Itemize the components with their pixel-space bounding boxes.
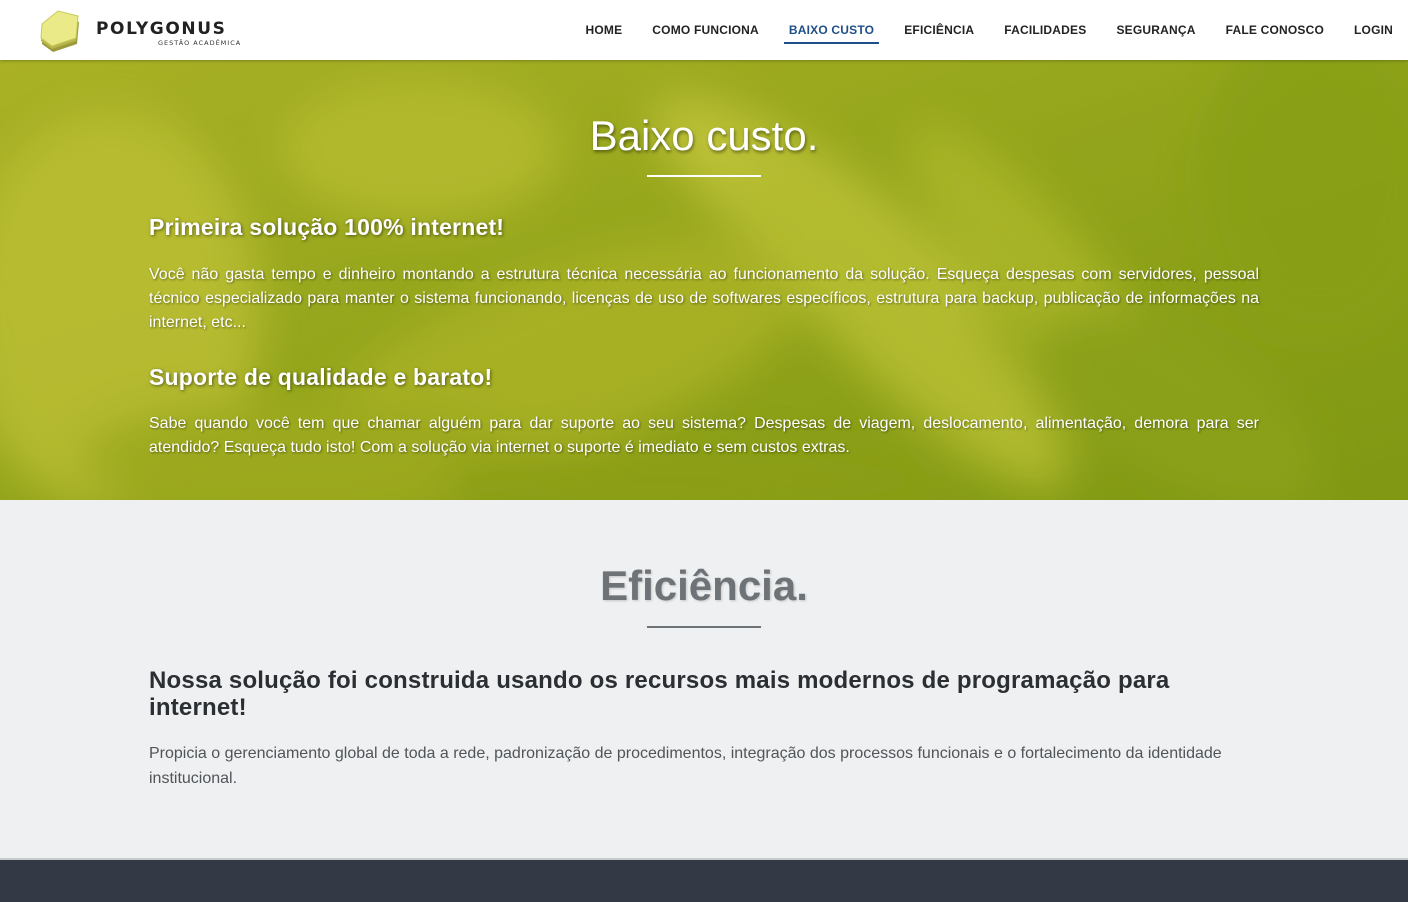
brand-logo[interactable]: POLYGONUS Gestão Acadêmica xyxy=(38,8,248,54)
section-title-baixo-custo: Baixo custo. xyxy=(589,112,819,159)
polygon-logo-icon xyxy=(40,10,79,52)
heading-suporte: Suporte de qualidade e barato! xyxy=(149,364,493,390)
paragraph-suporte: Sabe quando você tem que chamar alguém p… xyxy=(149,415,1259,456)
paragraph-primeira-solucao: Você não gasta tempo e dinheiro montando… xyxy=(149,266,1259,331)
title-divider xyxy=(647,626,761,628)
section-title-eficiencia: Eficiência. xyxy=(600,562,808,609)
hero-baixo-custo: Baixo custo. Primeira solução 100% inter… xyxy=(0,60,1408,500)
brand-name: POLYGONUS xyxy=(96,19,227,39)
nav-fale-conosco[interactable]: FALE CONOSCO xyxy=(1211,0,1339,60)
nav-baixo-custo[interactable]: BAIXO CUSTO xyxy=(774,0,889,60)
section-eficiencia: Eficiência. Nossa solução foi construida… xyxy=(0,500,1408,858)
main-nav: HOME COMO FUNCIONA BAIXO CUSTO EFICIÊNCI… xyxy=(570,0,1408,60)
title-divider xyxy=(647,175,761,177)
nav-eficiencia[interactable]: EFICIÊNCIA xyxy=(889,0,989,60)
nav-facilidades[interactable]: FACILIDADES xyxy=(989,0,1101,60)
brand-tagline: Gestão Acadêmica xyxy=(158,39,242,47)
nav-home[interactable]: HOME xyxy=(570,0,637,60)
nav-seguranca[interactable]: SEGURANÇA xyxy=(1101,0,1210,60)
heading-primeira-solucao: Primeira solução 100% internet! xyxy=(149,214,505,240)
nav-como-funciona[interactable]: COMO FUNCIONA xyxy=(637,0,774,60)
paragraph-eficiencia: Propicia o gerenciamento global de toda … xyxy=(149,745,1222,787)
heading-eficiencia: Nossa solução foi construida usando os r… xyxy=(149,667,1170,721)
footer xyxy=(0,858,1408,902)
nav-login[interactable]: LOGIN xyxy=(1339,0,1408,60)
navbar: POLYGONUS Gestão Acadêmica HOME COMO FUN… xyxy=(0,0,1408,60)
